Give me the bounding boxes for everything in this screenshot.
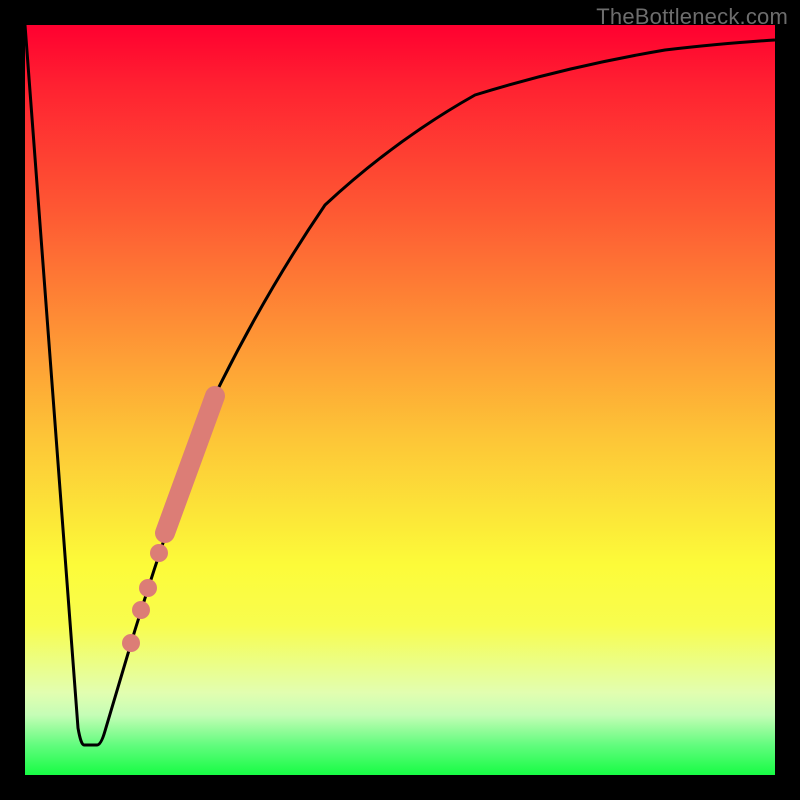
curve-layer	[25, 25, 775, 775]
highlight-segment	[165, 396, 215, 533]
chart-frame: TheBottleneck.com	[0, 0, 800, 800]
highlight-dot	[132, 601, 150, 619]
highlight-dot	[122, 634, 140, 652]
highlight-dot	[139, 579, 157, 597]
highlight-markers	[122, 396, 215, 652]
plot-area	[25, 25, 775, 775]
highlight-dot	[150, 544, 168, 562]
